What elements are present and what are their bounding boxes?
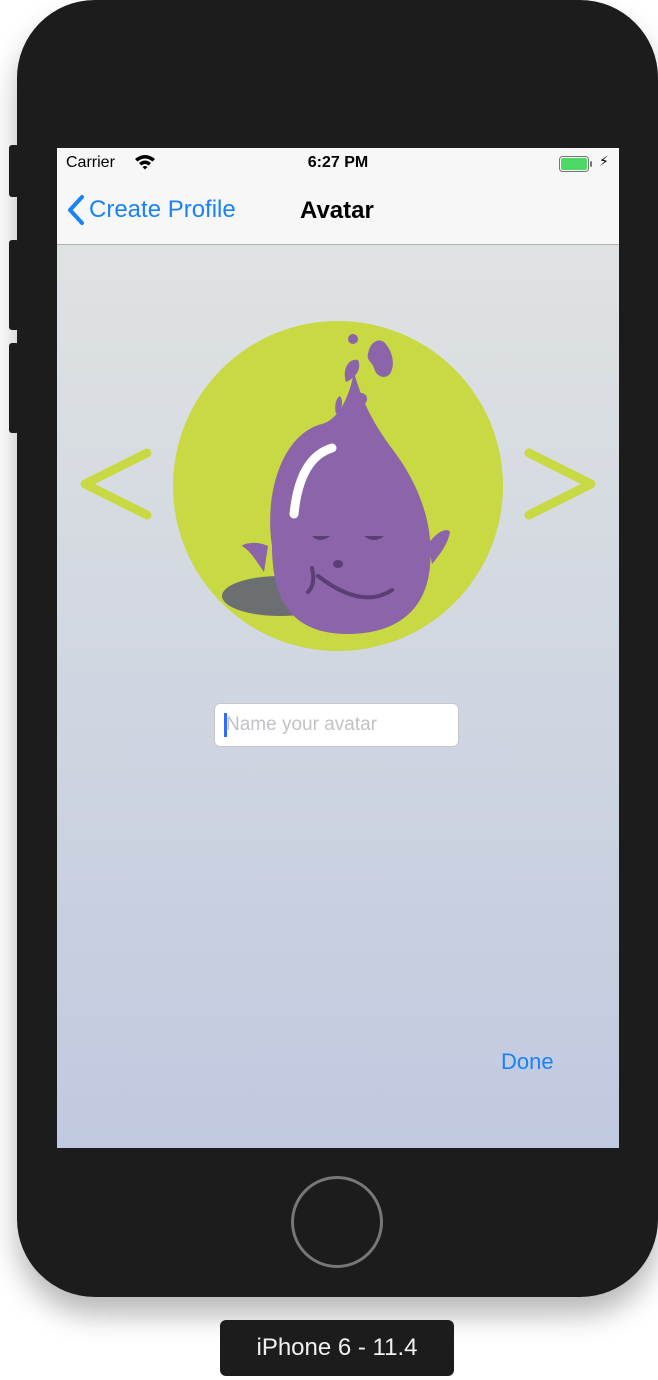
text-cursor	[224, 713, 227, 737]
charging-bolt-icon: ⚡	[599, 153, 609, 169]
mute-switch	[9, 145, 19, 197]
app-screen: Carrier 6:27 PM ⚡ Create Profile Avatar	[57, 148, 619, 1148]
volume-up-button	[9, 240, 19, 330]
next-avatar-button[interactable]	[523, 448, 597, 520]
chevron-left-icon	[68, 195, 84, 225]
done-button[interactable]: Done	[501, 1049, 554, 1075]
previous-avatar-button[interactable]	[79, 448, 153, 520]
navigation-bar: Create Profile Avatar	[57, 178, 619, 245]
back-button[interactable]: Create Profile	[67, 192, 236, 228]
status-bar: Carrier 6:27 PM ⚡	[57, 148, 619, 178]
back-button-label: Create Profile	[89, 196, 236, 223]
avatar-name-input[interactable]	[214, 703, 459, 747]
status-time: 6:27 PM	[307, 154, 369, 171]
avatar-illustration	[173, 321, 503, 651]
battery-icon	[559, 156, 592, 172]
page-title: Avatar	[300, 197, 374, 224]
volume-down-button	[9, 343, 19, 433]
device-label: iPhone 6 - 11.4	[220, 1320, 454, 1376]
home-button[interactable]	[291, 1176, 383, 1268]
